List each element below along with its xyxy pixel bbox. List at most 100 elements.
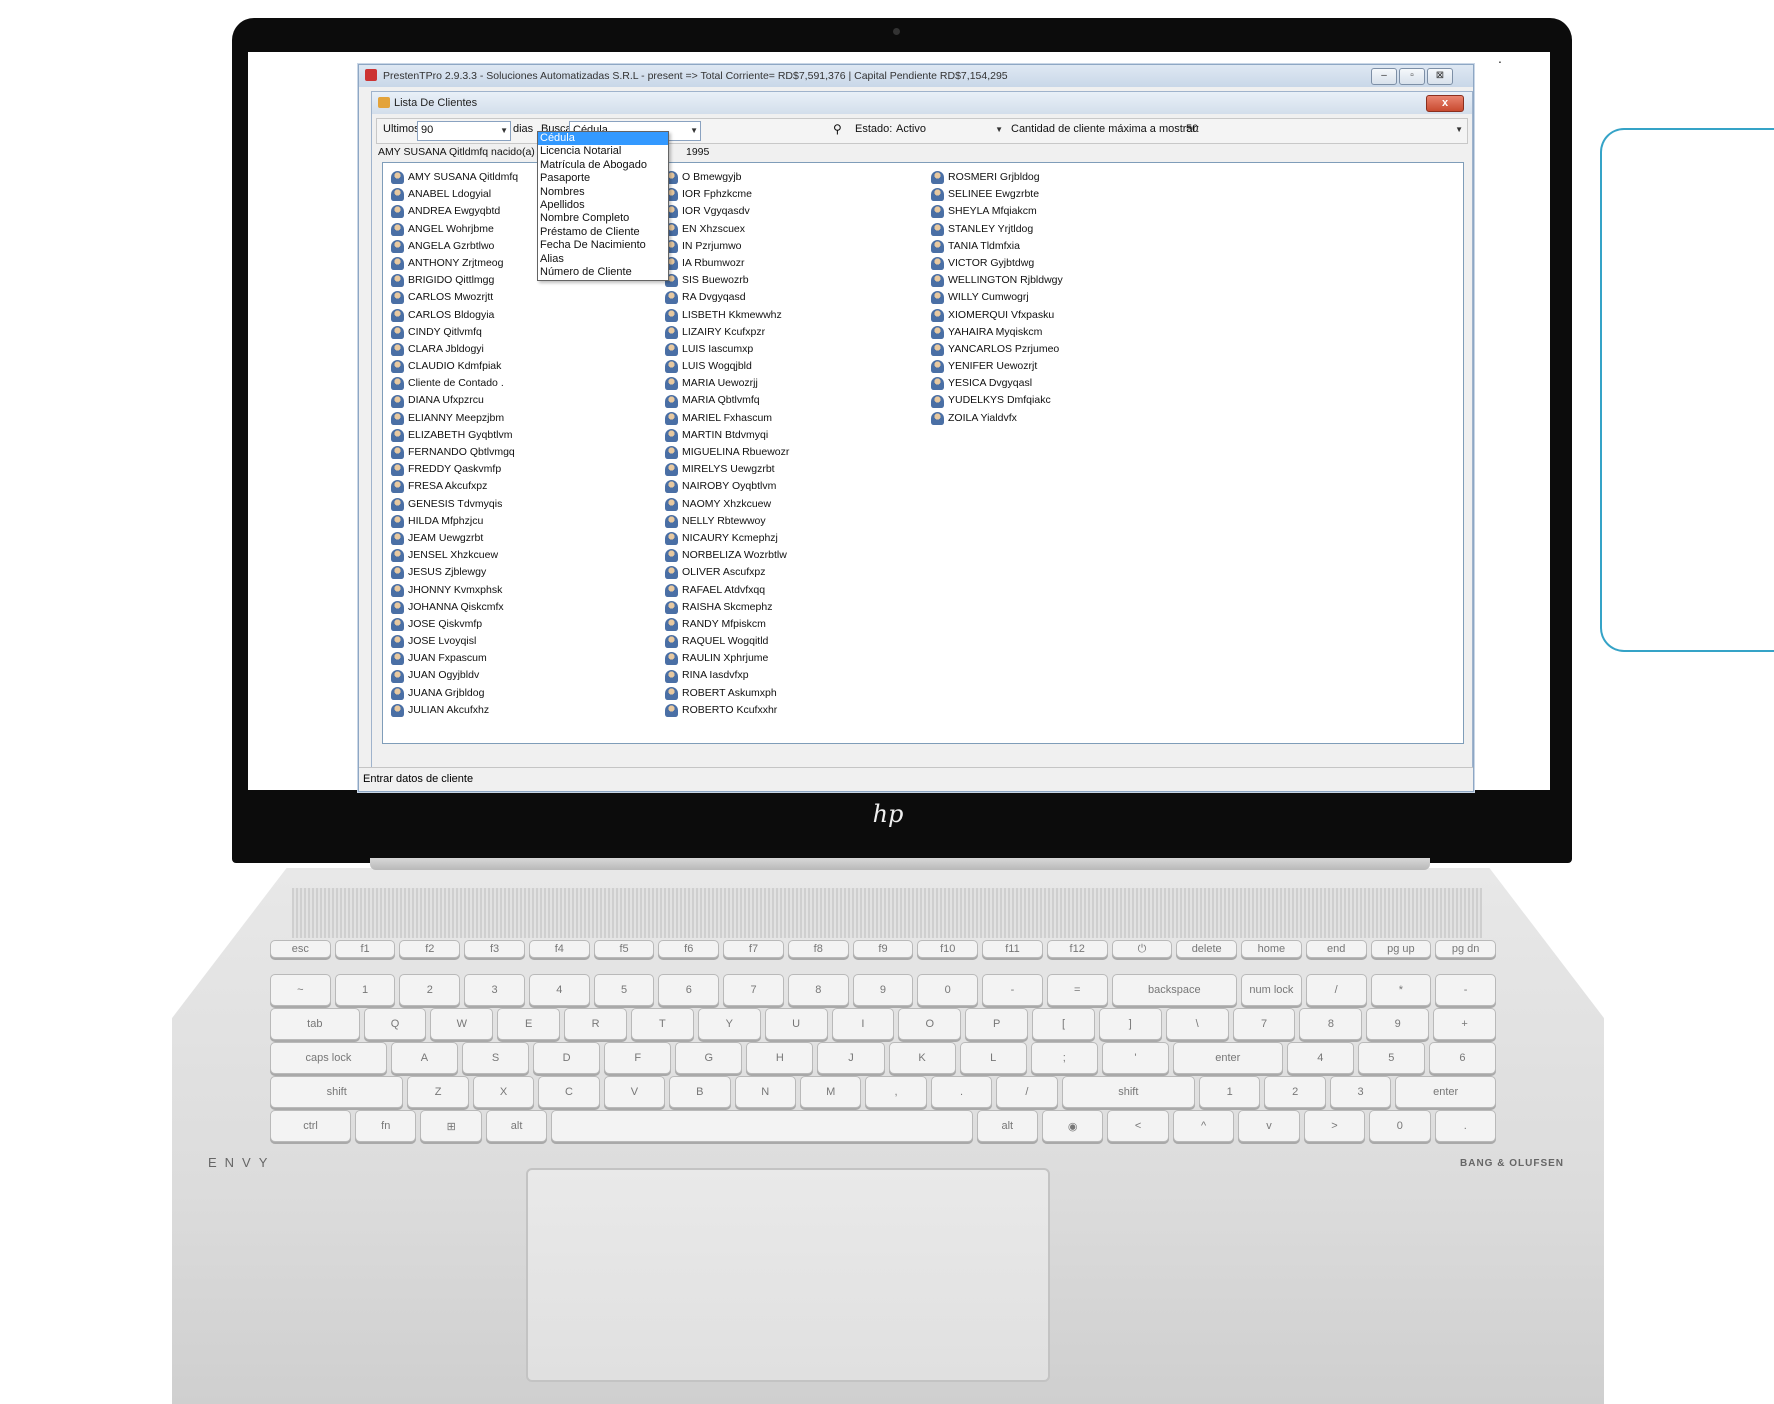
list-item[interactable]: RAFAEL Atdvfxqq <box>665 582 789 599</box>
list-item[interactable]: LUIS Iascumxp <box>665 341 789 358</box>
dropdown-option[interactable]: Fecha De Nacimiento <box>538 239 668 252</box>
list-item[interactable]: MARIA Uewozrjj <box>665 375 789 392</box>
dropdown-option[interactable]: Cédula <box>538 132 668 146</box>
list-item[interactable]: MIGUELINA Rbuewozr <box>665 444 789 461</box>
keyboard-key[interactable]: ⊞ <box>420 1110 482 1142</box>
list-item[interactable]: HILDA Mfphzjcu <box>391 513 518 530</box>
dropdown-option[interactable]: Nombres <box>538 186 668 199</box>
list-item[interactable]: NELLY Rbtewwoy <box>665 513 789 530</box>
keyboard-key[interactable]: pg up <box>1370 940 1432 958</box>
keyboard-key[interactable]: > <box>1303 1110 1366 1142</box>
keyboard-key[interactable]: backspace <box>1111 974 1238 1006</box>
keyboard-key[interactable]: = <box>1046 974 1108 1006</box>
list-item[interactable]: STANLEY Yrjtldog <box>931 221 1063 238</box>
keyboard-key[interactable]: 7 <box>1232 1008 1296 1040</box>
keyboard-key[interactable]: 4 <box>528 974 590 1006</box>
keyboard-key[interactable]: v <box>1238 1110 1300 1142</box>
keyboard-key[interactable]: \ <box>1165 1008 1229 1040</box>
list-item[interactable]: JOSE Lvoyqisl <box>391 633 518 650</box>
list-item[interactable]: JOSE Qiskvmfp <box>391 616 518 633</box>
keyboard-key[interactable]: f11 <box>982 940 1043 958</box>
list-item[interactable]: JUANA Grjbldog <box>391 685 518 702</box>
dropdown-option[interactable]: Número de Cliente <box>538 266 668 279</box>
touchpad[interactable] <box>526 1168 1050 1382</box>
list-item[interactable]: RINA Iasdvfxp <box>665 667 789 684</box>
keyboard-key[interactable]: G <box>675 1042 743 1074</box>
list-item[interactable]: LISBETH Kkmewwhz <box>665 307 789 324</box>
keyboard-key[interactable]: N <box>734 1076 796 1108</box>
list-item[interactable]: JULIAN Akcufxhz <box>391 702 518 719</box>
keyboard-key[interactable]: - <box>982 974 1043 1006</box>
list-item[interactable]: CARLOS Mwozrjtt <box>391 289 518 306</box>
window-close-button[interactable]: ⊠ <box>1427 68 1453 85</box>
list-item[interactable]: LUIS Wogqjbld <box>665 358 789 375</box>
keyboard-key[interactable]: K <box>888 1042 956 1074</box>
keyboard-key[interactable]: / <box>996 1076 1058 1108</box>
keyboard-key[interactable]: C <box>538 1076 600 1108</box>
keyboard-key[interactable]: 9 <box>852 974 914 1006</box>
list-item[interactable]: IOR Fphzkcme <box>665 186 789 203</box>
list-item[interactable]: WELLINGTON Rjbldwgy <box>931 272 1063 289</box>
keyboard-key[interactable]: 0 <box>917 974 979 1006</box>
keyboard-key[interactable]: 1 <box>334 974 396 1006</box>
list-item[interactable]: NICAURY Kcmephzj <box>665 530 789 547</box>
list-item[interactable]: ROBERTO Kcufxxhr <box>665 702 789 719</box>
keyboard-key[interactable]: O <box>898 1008 962 1040</box>
keyboard-key[interactable]: Q <box>363 1008 427 1040</box>
keyboard-key[interactable]: D <box>533 1042 601 1074</box>
keyboard-key[interactable]: tab <box>270 1008 360 1040</box>
list-item[interactable]: RAISHA Skcmephz <box>665 599 789 616</box>
list-item[interactable]: IA Rbumwozr <box>665 255 789 272</box>
keyboard-key[interactable]: ^ <box>1172 1110 1235 1142</box>
list-item[interactable]: DIANA Ufxpzrcu <box>391 392 518 409</box>
list-item[interactable]: BRIGIDO Qittlmgg <box>391 272 518 289</box>
keyboard-key[interactable]: ctrl <box>270 1110 352 1142</box>
list-item[interactable]: MARTIN Btdvmyqi <box>665 427 789 444</box>
maximize-button[interactable]: ▫ <box>1399 68 1425 85</box>
list-item[interactable]: YESICA Dvgyqasl <box>931 375 1063 392</box>
list-item[interactable]: IOR Vgyqasdv <box>665 203 789 220</box>
list-item[interactable]: FREDDY Qaskvmfp <box>391 461 518 478</box>
list-item[interactable]: JESUS Zjblewgy <box>391 564 518 581</box>
keyboard-key[interactable]: f12 <box>1046 940 1108 958</box>
list-item[interactable]: JUAN Fxpascum <box>391 650 518 667</box>
keyboard-key[interactable]: f3 <box>464 940 525 958</box>
minimize-button[interactable]: – <box>1371 68 1397 85</box>
list-item[interactable]: MIRELYS Uewgzrbt <box>665 461 789 478</box>
list-item[interactable]: OLIVER Ascufxpz <box>665 564 789 581</box>
keyboard-key[interactable]: alt <box>976 1110 1039 1142</box>
keyboard-key[interactable]: X <box>472 1076 535 1108</box>
keyboard-key[interactable]: 6 <box>658 974 720 1006</box>
keyboard-key[interactable]: - <box>1435 974 1496 1006</box>
list-item[interactable]: RAULIN Xphrjume <box>665 650 789 667</box>
dropdown-option[interactable]: Apellidos <box>538 199 668 212</box>
list-item[interactable]: MARIEL Fxhascum <box>665 410 789 427</box>
keyboard-key[interactable]: E <box>497 1008 561 1040</box>
keyboard-key[interactable]: S <box>461 1042 530 1074</box>
keyboard-key[interactable]: shift <box>270 1076 404 1108</box>
keyboard-key[interactable]: H <box>746 1042 814 1074</box>
keyboard-key[interactable]: W <box>430 1008 494 1040</box>
keyboard-key[interactable]: f8 <box>787 940 849 958</box>
ultimos-select[interactable]: 90 ▼ <box>417 121 511 141</box>
dialog-close-button[interactable]: x <box>1426 95 1464 112</box>
keyboard-key[interactable]: L <box>959 1042 1027 1074</box>
list-item[interactable]: CARLOS Bldogyia <box>391 307 518 324</box>
list-item[interactable]: SIS Buewozrb <box>665 272 789 289</box>
list-item[interactable]: MARIA Qbtlvmfq <box>665 392 789 409</box>
list-item[interactable]: SELINEE Ewgzrbte <box>931 186 1063 203</box>
keyboard-key[interactable]: V <box>603 1076 666 1108</box>
list-item[interactable]: IN Pzrjumwo <box>665 238 789 255</box>
keyboard-key[interactable]: 0 <box>1369 1110 1431 1142</box>
keyboard-key[interactable]: T <box>630 1008 694 1040</box>
list-item[interactable]: CLAUDIO Kdmfpiak <box>391 358 518 375</box>
list-item[interactable]: NAOMY Xhzkcuew <box>665 496 789 513</box>
keyboard-key[interactable]: B <box>669 1076 731 1108</box>
list-item[interactable]: FERNANDO Qbtlvmgq <box>391 444 518 461</box>
keyboard-key[interactable]: 3 <box>1329 1076 1392 1108</box>
keyboard-key[interactable]: ⏻ <box>1111 940 1173 958</box>
keyboard-key[interactable]: shift <box>1061 1076 1196 1108</box>
keyboard-key[interactable]: delete <box>1176 940 1238 958</box>
list-item[interactable]: WILLY Cumwogrj <box>931 289 1063 306</box>
keyboard-key[interactable]: * <box>1370 974 1432 1006</box>
